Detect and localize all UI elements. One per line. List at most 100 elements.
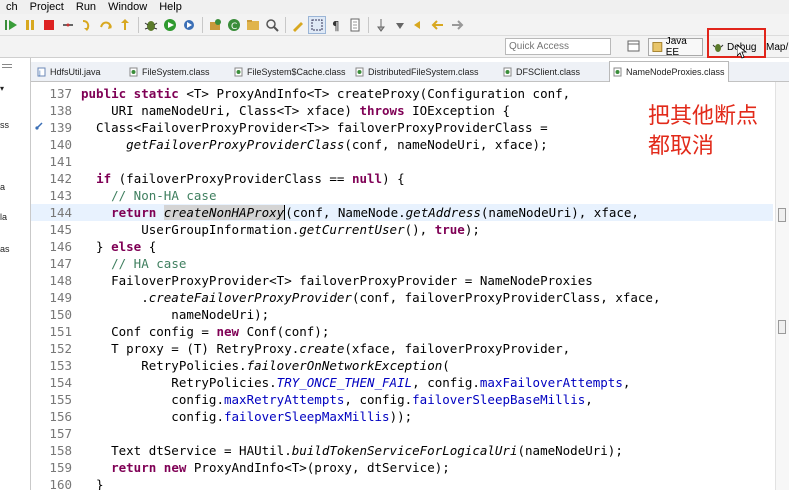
tab-namenodeproxies[interactable]: NameNodeProxies.class	[609, 61, 729, 82]
toggle-mark-occurrences-button[interactable]	[289, 16, 307, 34]
code-line: 142 if (failoverProxyProviderClass == nu…	[31, 170, 773, 187]
perspective-map-reduce[interactable]: Map/	[763, 38, 789, 56]
tab-dfsclient[interactable]: DFSClient.class	[503, 62, 580, 82]
open-type-button[interactable]	[244, 16, 262, 34]
menu-search[interactable]: ch	[0, 0, 24, 14]
code-text: // Non-HA case	[81, 187, 216, 204]
method-call: getFailoverProxyProviderClass	[126, 137, 345, 152]
tab-filesystem-cache[interactable]: FileSystem$Cache.class	[234, 62, 346, 82]
code-segment: );	[464, 222, 480, 237]
disconnect-button[interactable]	[59, 16, 77, 34]
method-call: create	[299, 341, 345, 356]
tab-label: HdfsUtil.java	[50, 67, 101, 77]
code-line: 159 return new ProxyAndInfo<T>(proxy, dt…	[31, 459, 773, 476]
toolbar-separator	[285, 16, 286, 33]
line-number: 159	[49, 460, 72, 475]
line-number: 144	[49, 205, 72, 220]
static-field: TRY_ONCE_THEN_FAIL	[276, 375, 413, 390]
terminate-button[interactable]	[40, 16, 58, 34]
code-line: 150 nameNodeUri);	[31, 306, 773, 323]
line-number: 155	[49, 392, 72, 407]
arrow-left-icon	[431, 19, 443, 30]
field: failoverSleepBaseMillis	[412, 392, 586, 407]
next-annotation-button[interactable]	[372, 16, 390, 34]
selected-method-call: createNonHAProxy	[163, 205, 285, 220]
new-java-project-button[interactable]	[206, 16, 224, 34]
step-over-button[interactable]	[97, 16, 115, 34]
line-number: 156	[49, 409, 72, 424]
code-segment: config.	[81, 409, 224, 424]
code-text: RetryPolicies.failoverOnNetworkException…	[81, 357, 450, 374]
debug-run-button[interactable]	[142, 16, 160, 34]
step-return-button[interactable]	[116, 16, 134, 34]
new-class-icon: C	[228, 18, 240, 32]
annotation-line: 把其他断点	[648, 104, 759, 129]
code-segment: Conf(conf);	[239, 324, 330, 339]
show-source-button[interactable]	[346, 16, 364, 34]
code-text: getFailoverProxyProviderClass(conf, name…	[81, 136, 547, 153]
suspend-button[interactable]	[21, 16, 39, 34]
menu-run[interactable]: Run	[70, 0, 102, 14]
package-explorer-panel[interactable]: ▾ ss a la as	[0, 58, 31, 490]
line-number: 137	[49, 86, 72, 101]
tree-fragment: as	[0, 244, 10, 254]
overview-ruler[interactable]	[775, 82, 789, 490]
code-line: 153 RetryPolicies.failoverOnNetworkExcep…	[31, 357, 773, 374]
code-segment: URI nameNodeUri, Class<T> xface)	[81, 103, 360, 118]
forward-button[interactable]	[448, 16, 466, 34]
code-line: 137 public static <T> ProxyAndInfo<T> cr…	[31, 85, 773, 102]
open-perspective-button[interactable]	[626, 39, 642, 54]
external-tools-button[interactable]	[180, 16, 198, 34]
code-line: 146 } else {	[31, 238, 773, 255]
minimize-icon[interactable]	[2, 64, 12, 68]
code-text: } else {	[81, 238, 156, 255]
tab-filesystem[interactable]: FileSystem.class	[129, 62, 210, 82]
ruler-marker[interactable]	[778, 320, 786, 334]
code-text: return createNonHAProxy(conf, NameNode.g…	[81, 204, 639, 221]
show-whitespace-button[interactable]: ¶	[327, 16, 345, 34]
tab-label: NameNodeProxies.class	[626, 67, 725, 77]
code-segment: T proxy = (T) RetryProxy.	[81, 341, 300, 356]
code-text: nameNodeUri);	[81, 307, 270, 322]
resume-button[interactable]	[2, 16, 20, 34]
step-into-button[interactable]	[78, 16, 96, 34]
code-segment: (failoverProxyProviderClass ==	[111, 171, 352, 186]
toggle-block-selection-button[interactable]	[308, 15, 326, 34]
code-text: public static <T> ProxyAndInfo<T> create…	[81, 85, 570, 102]
next-edit-location-button[interactable]	[391, 16, 409, 34]
step-return-icon	[121, 18, 129, 30]
keyword: new	[163, 460, 187, 475]
quick-access-input[interactable]	[505, 38, 611, 55]
document-icon	[350, 18, 360, 31]
perspective-map-label: Map/	[766, 41, 789, 53]
line-number: 148	[49, 273, 72, 288]
code-segment: {	[141, 239, 157, 254]
toolbar-separator	[202, 16, 203, 33]
code-segment: ,	[622, 375, 631, 390]
main-toolbar: C ¶	[0, 14, 789, 36]
svg-text:C: C	[231, 22, 237, 32]
ruler-marker[interactable]	[778, 208, 786, 222]
search-icon	[266, 18, 279, 32]
code-segment: ));	[389, 409, 413, 424]
code-line: 152 T proxy = (T) RetryProxy.create(xfac…	[31, 340, 773, 357]
tab-hdfsutil[interactable]: J HdfsUtil.java	[37, 62, 101, 82]
run-button[interactable]	[161, 16, 179, 34]
java-class-icon	[129, 67, 138, 77]
back-button[interactable]	[429, 16, 447, 34]
method-call: failoverOnNetworkException	[246, 358, 443, 373]
suspend-icon	[26, 19, 34, 30]
java-class-icon	[613, 67, 622, 77]
menu-window[interactable]: Window	[102, 0, 153, 14]
tab-distributed-filesystem[interactable]: DistributedFileSystem.class	[355, 62, 479, 82]
search-button[interactable]	[263, 16, 281, 34]
menu-project[interactable]: Project	[24, 0, 70, 14]
prev-annotation-button[interactable]	[410, 16, 428, 34]
new-class-button[interactable]: C	[225, 16, 243, 34]
menu-help[interactable]: Help	[153, 0, 188, 14]
perspective-java-ee[interactable]: Java EE	[648, 36, 703, 58]
